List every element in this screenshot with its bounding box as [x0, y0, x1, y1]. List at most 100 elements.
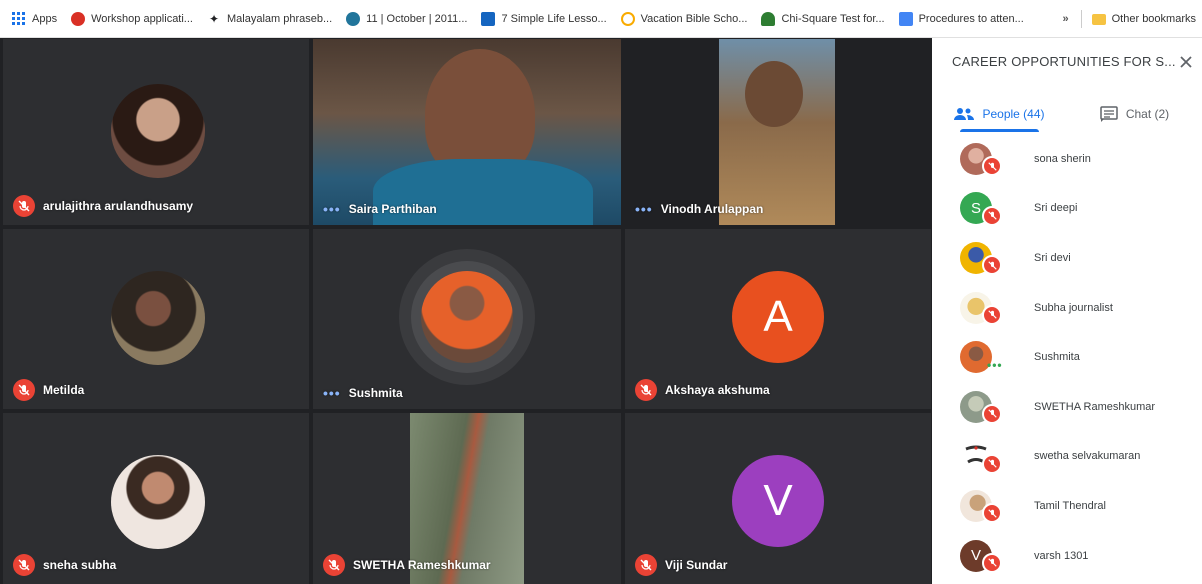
mic-off-icon	[982, 255, 1002, 276]
bookmark-workshop[interactable]: Workshop applicati...	[71, 11, 193, 26]
stats-icon	[761, 11, 776, 26]
participant-name: Subha journalist	[1034, 301, 1113, 314]
compass-icon: ✦	[208, 11, 220, 26]
mic-off-icon	[635, 379, 657, 401]
meeting-title: CAREER OPPORTUNITIES FOR S...	[952, 54, 1176, 69]
chat-icon	[1100, 106, 1118, 122]
bookmark-label: 7 Simple Life Lesso...	[501, 12, 607, 25]
speaking-indicator-icon: •••	[987, 358, 1003, 373]
mic-off-icon	[635, 554, 657, 576]
avatar-letter: S	[970, 199, 981, 217]
mic-off-icon	[982, 304, 1002, 325]
mic-off-icon	[982, 205, 1002, 226]
participant-row[interactable]: swetha selvakumaran	[932, 432, 1202, 482]
bookmark-procedures[interactable]: Procedures to atten...	[898, 11, 1024, 26]
divider	[1080, 10, 1082, 28]
participant-row[interactable]: Subha journalist	[932, 283, 1202, 333]
tab-label: Chat (2)	[1125, 107, 1170, 121]
video-feed	[745, 61, 803, 127]
panel-tabs: People (44) Chat (2)	[932, 96, 1202, 132]
whs-icon	[898, 11, 913, 26]
side-panel: CAREER OPPORTUNITIES FOR S... People (44…	[932, 38, 1202, 584]
participant-tile[interactable]: ••• Sushmita	[313, 229, 621, 409]
tab-label: People (44)	[982, 107, 1045, 121]
participant-name: SWETHA Rameshkumar	[353, 558, 491, 572]
avatar: A	[732, 271, 824, 363]
mic-off-icon	[982, 403, 1002, 424]
bookmark-life-lessons[interactable]: 7 Simple Life Lesso...	[481, 11, 607, 26]
avatar: V	[732, 455, 824, 547]
bookmark-label: Workshop applicati...	[91, 12, 193, 25]
participant-name: SWETHA Rameshkumar	[1034, 400, 1156, 413]
participant-name: Metilda	[43, 383, 85, 397]
participant-name: arulajithra arulandhusamy	[43, 199, 194, 213]
speaking-indicator-icon: •••	[323, 385, 341, 401]
participant-name: swetha selvakumaran	[1034, 450, 1141, 463]
participant-name: Sushmita	[348, 386, 403, 400]
close-icon[interactable]	[1178, 54, 1194, 70]
participant-row[interactable]: V varsh 1301	[932, 531, 1202, 581]
participant-name: varsh 1301	[1034, 549, 1089, 562]
participant-name: sneha subha	[43, 558, 117, 572]
participant-list: sona sherin S Sri deepi Sri devi Subha j…	[932, 134, 1202, 584]
participant-tile[interactable]: arulajithra arulandhusamy	[3, 39, 309, 225]
speaking-indicator-icon: •••	[323, 201, 341, 217]
participant-tile[interactable]: Metilda	[3, 229, 309, 409]
bookmark-october[interactable]: 11 | October | 2011...	[346, 11, 468, 26]
participant-tile[interactable]: A Akshaya akshuma	[625, 229, 931, 409]
mic-off-icon	[982, 453, 1002, 474]
tab-chat[interactable]: Chat (2)	[1067, 96, 1202, 132]
mic-off-icon	[13, 379, 35, 401]
mic-off-icon	[982, 503, 1002, 524]
bookmark-malayalam[interactable]: ✦ Malayalam phraseb...	[207, 12, 332, 26]
participant-name: Tamil Thendral	[1034, 499, 1106, 512]
video-grid: arulajithra arulandhusamy ••• Saira Parth…	[0, 38, 932, 584]
wordpress-icon	[346, 11, 361, 26]
participant-name: Sri deepi	[1034, 202, 1078, 215]
participant-tile[interactable]: sneha subha	[3, 413, 309, 584]
folder-icon	[1091, 13, 1106, 25]
bookmark-label: Procedures to atten...	[918, 12, 1024, 25]
mic-off-icon	[13, 195, 35, 217]
bookmark-page-icon	[481, 11, 496, 26]
other-bookmarks-button[interactable]: Other bookmarks	[1112, 13, 1196, 25]
participant-name: Sushmita	[1034, 351, 1080, 364]
bookmarks-overflow-button[interactable]: »	[1063, 13, 1069, 25]
leaf-icon	[620, 11, 635, 26]
participant-name: Sri devi	[1034, 251, 1071, 264]
bookmark-label: Chi-Square Test for...	[781, 12, 885, 25]
participant-row[interactable]: sona sherin	[932, 134, 1202, 184]
apps-icon	[12, 11, 26, 26]
participant-name: Saira Parthiban	[348, 202, 437, 216]
avatar-letter: A	[763, 292, 793, 341]
participant-row[interactable]: SWETHA Rameshkumar	[932, 382, 1202, 432]
tab-people[interactable]: People (44)	[932, 96, 1067, 132]
avatar	[111, 84, 205, 178]
avatar	[111, 455, 205, 549]
bookmark-label: Vacation Bible Scho...	[640, 12, 748, 25]
mic-off-icon	[982, 552, 1002, 573]
participant-tile[interactable]: ••• Vinodh Arulappan	[625, 39, 931, 225]
participant-tile[interactable]: V Viji Sundar	[625, 413, 931, 584]
participant-name: Vinodh Arulappan	[660, 202, 764, 216]
participant-row[interactable]: Tamil Thendral	[932, 481, 1202, 531]
participant-row[interactable]: ••• Sushmita	[932, 332, 1202, 382]
bookmark-apps[interactable]: Apps	[12, 11, 58, 26]
mic-off-icon	[323, 554, 345, 576]
mic-off-icon	[982, 156, 1002, 176]
participant-tile[interactable]: ••• Saira Parthiban	[313, 39, 621, 225]
participant-row[interactable]: S Sri deepi	[932, 184, 1202, 234]
people-icon	[954, 108, 975, 120]
participant-row[interactable]: Sri devi	[932, 233, 1202, 283]
bookmark-chi-square[interactable]: Chi-Square Test for...	[761, 11, 885, 26]
bookmark-label: 11 | October | 2011...	[366, 12, 468, 25]
participant-tile[interactable]: SWETHA Rameshkumar	[313, 413, 621, 584]
avatar-letter: V	[970, 547, 981, 565]
workshop-icon	[71, 11, 86, 26]
avatar	[111, 271, 205, 365]
bookmark-vacation[interactable]: Vacation Bible Scho...	[620, 11, 748, 26]
participant-name: sona sherin	[1034, 152, 1091, 165]
bookmark-label: Apps	[32, 12, 58, 25]
participant-name: Viji Sundar	[665, 558, 728, 572]
bookmarks-bar: Apps Workshop applicati... ✦ Malayalam p…	[0, 0, 1202, 38]
